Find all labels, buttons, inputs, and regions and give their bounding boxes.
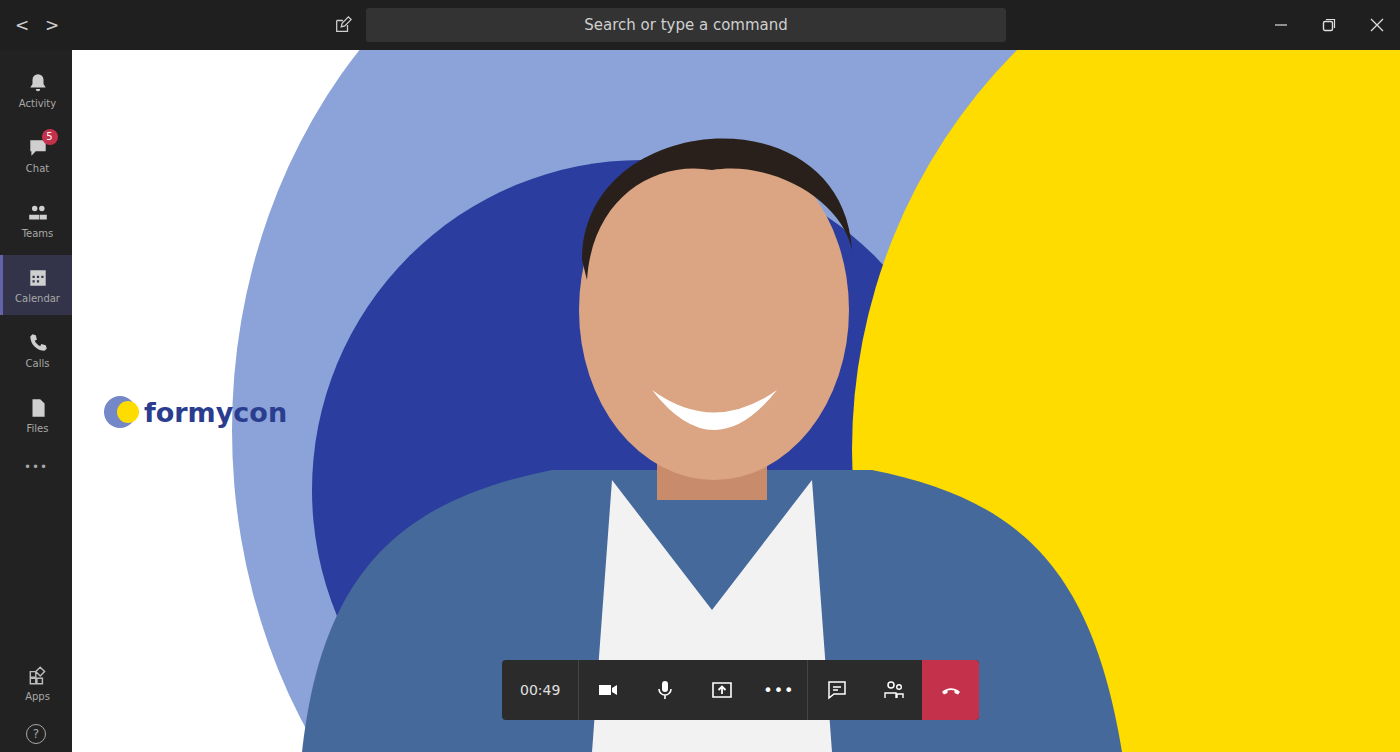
search-placeholder: Search or type a command [584, 16, 788, 34]
main-area: Activity 5 Chat Teams Calendar Calls Files ••• A… [0, 50, 1400, 752]
call-controls: 00:49 ••• [502, 660, 979, 720]
sidebar-icon-wrap [27, 72, 49, 94]
sidebar-item[interactable]: Calls [0, 320, 72, 380]
share-button[interactable] [693, 660, 750, 720]
app-icon [27, 202, 49, 224]
participants-button[interactable] [865, 660, 922, 720]
sidebar-icon-wrap: 5 [27, 137, 49, 159]
chat-button[interactable] [808, 660, 865, 720]
microphone-icon [653, 678, 677, 702]
brand-logo: formycon [102, 392, 287, 432]
help-button[interactable]: ? [26, 724, 46, 744]
sidebar-icon-wrap [27, 202, 49, 224]
sidebar-label: Apps [25, 691, 50, 702]
logo-text: formycon [144, 397, 287, 428]
more-apps-button[interactable]: ••• [0, 450, 72, 484]
nav-buttons: <> [0, 15, 334, 35]
camera-button[interactable] [579, 660, 636, 720]
apps-button[interactable]: Apps [0, 653, 72, 713]
app-icon [27, 332, 49, 354]
close-icon[interactable] [1370, 18, 1384, 32]
call-timer: 00:49 [502, 660, 579, 720]
hang-up-icon [939, 678, 963, 702]
sidebar-icon-wrap [27, 332, 49, 354]
app-icon [27, 267, 49, 289]
chat-icon [825, 678, 849, 702]
compose-icon[interactable] [334, 16, 352, 34]
call-stage: formycon 00:49 ••• [72, 50, 1400, 752]
more-actions-button[interactable]: ••• [750, 660, 807, 720]
share-screen-icon [710, 678, 734, 702]
app-icon [27, 397, 49, 419]
sidebar-label: Activity [19, 98, 56, 109]
logo-icon [102, 392, 142, 432]
nav-button[interactable]: < [14, 15, 30, 35]
sidebar-icon-wrap [27, 267, 49, 289]
sidebar-item[interactable]: Teams [0, 190, 72, 250]
app-bar: Activity 5 Chat Teams Calendar Calls Files ••• A… [0, 50, 72, 752]
app-icon [27, 72, 49, 94]
restore-icon[interactable] [1322, 18, 1336, 32]
unread-badge: 5 [42, 129, 58, 145]
sidebar-icon-wrap [27, 397, 49, 419]
title-bar: <>Search or type a command [0, 0, 1400, 50]
sidebar-label: Chat [26, 163, 49, 174]
sidebar-item[interactable]: 5 Chat [0, 125, 72, 185]
participants-icon [882, 678, 906, 702]
window-controls [1274, 18, 1400, 32]
search-box[interactable]: Search or type a command [366, 8, 1006, 42]
hang-up-button[interactable] [922, 660, 979, 720]
teams-window: <>Search or type a commandActivity5ChatT… [0, 0, 1400, 752]
sidebar-label: Calendar [15, 293, 60, 304]
person-photo [302, 138, 1122, 752]
apps-icon [27, 665, 49, 687]
sidebar-item[interactable]: Files [0, 385, 72, 445]
sidebar-label: Files [27, 423, 49, 434]
sidebar-item[interactable]: Activity [0, 60, 72, 120]
sidebar-item[interactable]: Calendar [0, 255, 72, 315]
minimize-icon[interactable] [1274, 18, 1288, 32]
sidebar-label: Teams [22, 228, 54, 239]
mic-button[interactable] [636, 660, 693, 720]
camera-icon [596, 678, 620, 702]
sidebar-label: Calls [26, 358, 50, 369]
nav-button[interactable]: > [44, 15, 60, 35]
